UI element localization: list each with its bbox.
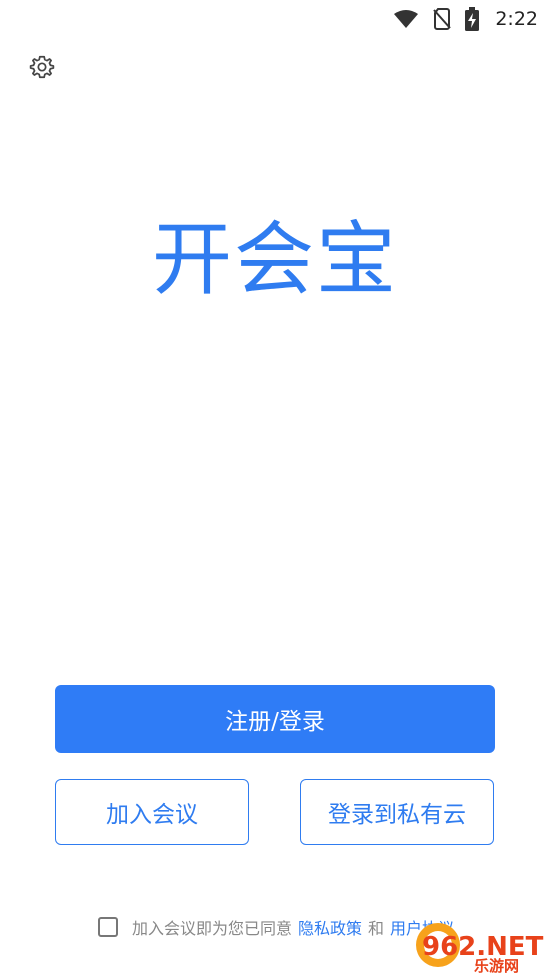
- battery-charging-icon: [465, 7, 480, 31]
- watermark-sub: 乐游网: [474, 957, 519, 973]
- agreement-and-text: 和: [368, 919, 385, 938]
- private-cloud-login-button[interactable]: 登录到私有云: [300, 779, 494, 845]
- status-time: 2:22: [495, 8, 538, 30]
- watermark-logo: 962.NET 乐游网: [414, 921, 544, 975]
- agreement-text: 加入会议即为您已同意: [132, 919, 293, 938]
- agreement-row: 加入会议即为您已同意 隐私政策 和 用户协议: [98, 915, 454, 939]
- agreement-checkbox[interactable]: [98, 917, 118, 937]
- app-title: 开会宝: [152, 213, 398, 306]
- wifi-icon: [393, 9, 419, 29]
- no-sim-icon: [433, 8, 452, 30]
- privacy-policy-link[interactable]: 隐私政策: [298, 915, 362, 939]
- register-login-button[interactable]: 注册/登录: [55, 685, 495, 753]
- gear-icon: [29, 54, 55, 84]
- status-bar: 2:22: [0, 0, 550, 38]
- join-meeting-button[interactable]: 加入会议: [55, 779, 249, 845]
- settings-button[interactable]: [26, 53, 58, 85]
